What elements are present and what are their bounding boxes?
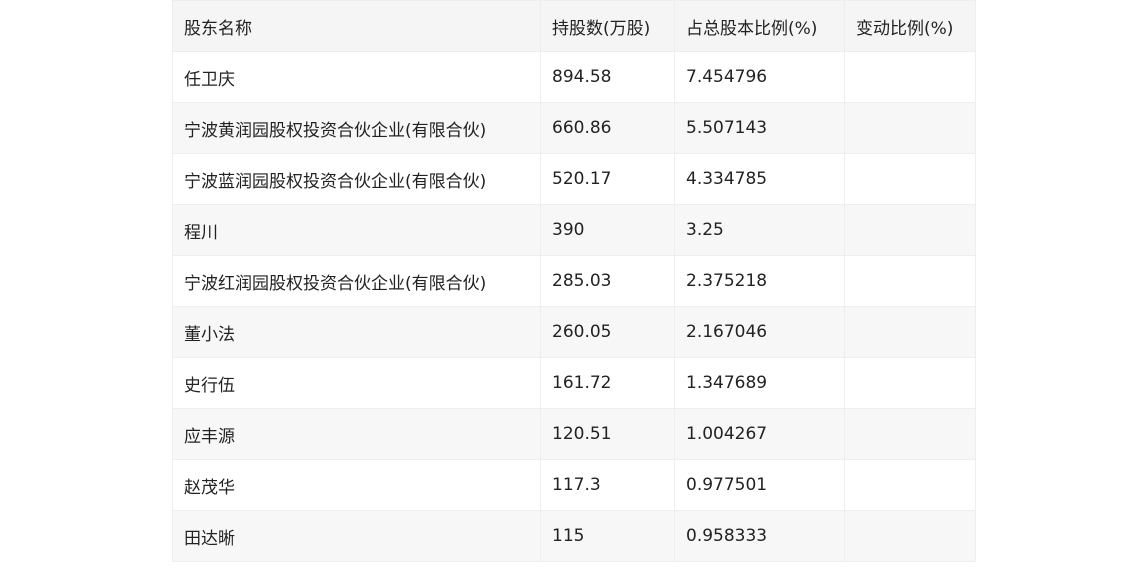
header-change-ratio: 变动比例(%)	[844, 0, 976, 52]
cell-shares-held: 117.3	[540, 459, 675, 511]
header-shares-held: 持股数(万股)	[540, 0, 675, 52]
table-header: 股东名称 持股数(万股) 占总股本比例(%) 变动比例(%)	[172, 0, 976, 52]
header-row: 股东名称 持股数(万股) 占总股本比例(%) 变动比例(%)	[172, 0, 976, 52]
cell-change-ratio	[844, 408, 976, 460]
cell-shares-held: 120.51	[540, 408, 675, 460]
cell-shareholder-name: 董小法	[172, 306, 541, 358]
table-row: 董小法 260.05 2.167046	[172, 306, 976, 358]
cell-shareholder-name: 宁波红润园股权投资合伙企业(有限合伙)	[172, 255, 541, 307]
cell-share-ratio: 1.347689	[674, 357, 845, 409]
cell-shareholder-name: 宁波黄润园股权投资合伙企业(有限合伙)	[172, 102, 541, 154]
cell-share-ratio: 1.004267	[674, 408, 845, 460]
cell-share-ratio: 0.977501	[674, 459, 845, 511]
cell-shareholder-name: 程川	[172, 204, 541, 256]
header-share-ratio: 占总股本比例(%)	[674, 0, 845, 52]
cell-shareholder-name: 赵茂华	[172, 459, 541, 511]
cell-change-ratio	[844, 357, 976, 409]
table-row: 宁波红润园股权投资合伙企业(有限合伙) 285.03 2.375218	[172, 255, 976, 307]
table-row: 宁波蓝润园股权投资合伙企业(有限合伙) 520.17 4.334785	[172, 153, 976, 205]
cell-share-ratio: 5.507143	[674, 102, 845, 154]
cell-shares-held: 520.17	[540, 153, 675, 205]
cell-shares-held: 660.86	[540, 102, 675, 154]
cell-change-ratio	[844, 51, 976, 103]
table-row: 史行伍 161.72 1.347689	[172, 357, 976, 409]
cell-change-ratio	[844, 204, 976, 256]
cell-shares-held: 115	[540, 510, 675, 562]
shareholder-table: 股东名称 持股数(万股) 占总股本比例(%) 变动比例(%) 任卫庆 894.5…	[172, 0, 976, 562]
table-row: 赵茂华 117.3 0.977501	[172, 459, 976, 511]
cell-share-ratio: 2.375218	[674, 255, 845, 307]
cell-shareholder-name: 任卫庆	[172, 51, 541, 103]
cell-change-ratio	[844, 153, 976, 205]
header-shareholder-name: 股东名称	[172, 0, 541, 52]
cell-change-ratio	[844, 255, 976, 307]
table-body: 任卫庆 894.58 7.454796 宁波黄润园股权投资合伙企业(有限合伙) …	[172, 51, 976, 562]
cell-shareholder-name: 史行伍	[172, 357, 541, 409]
cell-shares-held: 285.03	[540, 255, 675, 307]
table-row: 宁波黄润园股权投资合伙企业(有限合伙) 660.86 5.507143	[172, 102, 976, 154]
table-row: 应丰源 120.51 1.004267	[172, 408, 976, 460]
cell-share-ratio: 7.454796	[674, 51, 845, 103]
table-row: 程川 390 3.25	[172, 204, 976, 256]
cell-shares-held: 894.58	[540, 51, 675, 103]
cell-share-ratio: 4.334785	[674, 153, 845, 205]
cell-shareholder-name: 应丰源	[172, 408, 541, 460]
cell-change-ratio	[844, 510, 976, 562]
cell-share-ratio: 3.25	[674, 204, 845, 256]
cell-shares-held: 260.05	[540, 306, 675, 358]
table-row: 田达晰 115 0.958333	[172, 510, 976, 562]
table-row: 任卫庆 894.58 7.454796	[172, 51, 976, 103]
cell-shares-held: 390	[540, 204, 675, 256]
cell-change-ratio	[844, 459, 976, 511]
cell-shares-held: 161.72	[540, 357, 675, 409]
cell-share-ratio: 0.958333	[674, 510, 845, 562]
cell-shareholder-name: 宁波蓝润园股权投资合伙企业(有限合伙)	[172, 153, 541, 205]
shareholder-table-container: 股东名称 持股数(万股) 占总股本比例(%) 变动比例(%) 任卫庆 894.5…	[172, 0, 976, 562]
cell-share-ratio: 2.167046	[674, 306, 845, 358]
cell-shareholder-name: 田达晰	[172, 510, 541, 562]
cell-change-ratio	[844, 306, 976, 358]
cell-change-ratio	[844, 102, 976, 154]
